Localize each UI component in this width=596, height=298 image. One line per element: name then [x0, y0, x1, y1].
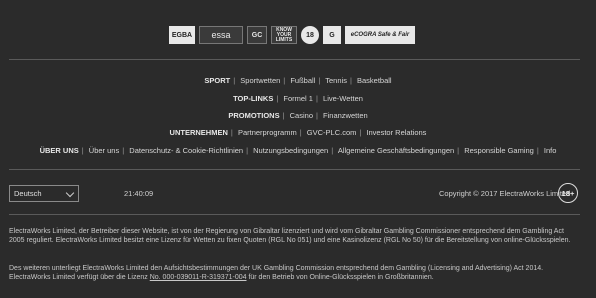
- top-divider: [9, 59, 580, 60]
- nav-head-sport[interactable]: SPORT: [204, 76, 230, 85]
- nav-link-livewetten[interactable]: Live-Wetten: [323, 94, 363, 103]
- middle-divider: [9, 169, 580, 170]
- certification-badges: EGBA essa GC KNOW YOUR LIMITS 18 G eCOGR…: [169, 26, 415, 44]
- nav-row-sport: SPORT | Sportwetten | Fußball | Tennis | Bas…: [204, 76, 392, 85]
- nav-link-responsible-gaming[interactable]: Responsible Gaming: [464, 146, 534, 155]
- egba-label: EGBA: [171, 31, 193, 39]
- bottom-divider: [9, 214, 580, 215]
- language-select[interactable]: Deutsch: [9, 185, 79, 202]
- legal-paragraph-1: ElectraWorks Limited, der Betreiber dies…: [9, 228, 571, 244]
- clock: 21:40:09: [124, 189, 154, 198]
- know-your-limits-logo-icon[interactable]: KNOW YOUR LIMITS: [271, 26, 297, 44]
- nav-head-ueber-uns[interactable]: ÜBER UNS: [40, 146, 79, 155]
- chevron-down-icon: [65, 188, 75, 198]
- nav-link-fussball[interactable]: Fußball: [290, 76, 315, 85]
- nav-row-ueber-uns: ÜBER UNS | Über uns | Datenschutz- & Cooki…: [39, 146, 557, 155]
- gambleaware-logo-icon[interactable]: G: [323, 26, 341, 44]
- nav-link-formel1[interactable]: Formel 1: [283, 94, 313, 103]
- gc-label: GC: [251, 31, 263, 39]
- essa-label: essa: [211, 30, 231, 40]
- ga-label: G: [329, 31, 335, 39]
- essa-logo-icon[interactable]: essa: [199, 26, 243, 44]
- age-badge-label: 18+: [561, 188, 575, 198]
- nav-link-casino[interactable]: Casino: [290, 111, 313, 120]
- legal-paragraph-2: Des weiteren unterliegt ElectraWorks Lim…: [9, 265, 581, 282]
- language-select-value: Deutsch: [14, 189, 42, 198]
- nav-head-toplinks[interactable]: TOP-LINKS: [233, 94, 273, 103]
- nav-link-gvc-plc[interactable]: GVC-PLC.com: [307, 128, 357, 137]
- nav-row-toplinks: TOP-LINKS | Formel 1 | Live-Wetten: [233, 94, 363, 103]
- nav-row-promotions: PROMOTIONS | Casino | Finanzwetten: [228, 111, 368, 120]
- age-18-plus-icon: 18+: [558, 183, 578, 203]
- age-restriction-logo-icon[interactable]: 18: [301, 26, 319, 44]
- nav-link-finanzwetten[interactable]: Finanzwetten: [323, 111, 368, 120]
- ecogra-label: eCOGRA Safe & Fair: [350, 32, 410, 38]
- nav-link-tennis[interactable]: Tennis: [325, 76, 347, 85]
- nav-link-basketball[interactable]: Basketball: [357, 76, 392, 85]
- nav-link-datenschutz[interactable]: Datenschutz- & Cookie-Richtlinien: [129, 146, 243, 155]
- age-logo-label: 18: [306, 31, 314, 39]
- nav-link-investor-relations[interactable]: Investor Relations: [366, 128, 426, 137]
- gambling-commission-logo-icon[interactable]: GC: [247, 26, 267, 44]
- copyright-text: Copyright © 2017 ElectraWorks Limited: [439, 189, 571, 198]
- license-link[interactable]: No. 000-039011-R-319371-004: [150, 274, 247, 281]
- nav-head-promotions[interactable]: PROMOTIONS: [228, 111, 279, 120]
- nav-link-info[interactable]: Info: [544, 146, 557, 155]
- nav-link-nutzungsbedingungen[interactable]: Nutzungsbedingungen: [253, 146, 328, 155]
- nav-link-sportwetten[interactable]: Sportwetten: [240, 76, 280, 85]
- nav-row-unternehmen: UNTERNEHMEN | Partnerprogramm | GVC-PLC.co…: [169, 128, 427, 137]
- ecogra-logo-icon[interactable]: eCOGRA Safe & Fair: [345, 26, 415, 44]
- nav-link-agb[interactable]: Allgemeine Geschäftsbedingungen: [338, 146, 454, 155]
- legal-p2-text-b: für den Betrieb von Online-Glücksspielen…: [246, 273, 434, 281]
- nav-head-unternehmen[interactable]: UNTERNEHMEN: [170, 128, 228, 137]
- nav-link-partnerprogramm[interactable]: Partnerprogramm: [238, 128, 297, 137]
- nav-link-ueber-uns[interactable]: Über uns: [89, 146, 119, 155]
- egba-logo-icon[interactable]: EGBA: [169, 26, 195, 44]
- kyl-label: KNOW YOUR LIMITS: [275, 26, 293, 43]
